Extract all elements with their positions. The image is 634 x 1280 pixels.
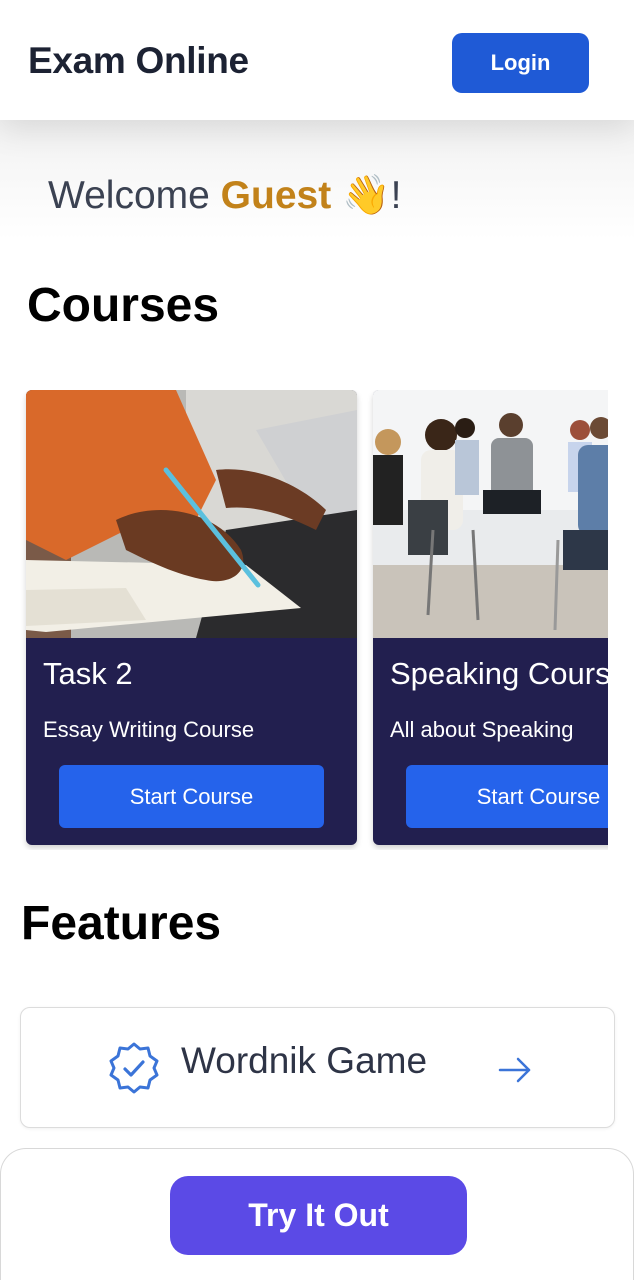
- course-subtitle: All about Speaking: [390, 717, 574, 742]
- waving-hand-icon: 👋: [342, 173, 391, 218]
- features-heading: Features: [21, 897, 222, 950]
- feature-label: Wordnik Game: [181, 1040, 428, 1081]
- bottom-action-bar: Try It Out: [0, 1148, 634, 1280]
- verified-badge-icon: [107, 1041, 161, 1095]
- start-course-button[interactable]: Start Course: [406, 765, 608, 828]
- top-app-bar: Exam Online Login: [0, 0, 634, 120]
- welcome-prefix: Welcome: [48, 174, 221, 217]
- courses-carousel[interactable]: Task 2 Essay Writing Course Start Course: [0, 390, 608, 850]
- feature-item-wordnik-game[interactable]: Wordnik Game: [20, 1007, 615, 1128]
- try-it-out-button[interactable]: Try It Out: [170, 1176, 467, 1255]
- welcome-message: Welcome Guest 👋!: [48, 172, 401, 218]
- courses-heading: Courses: [27, 279, 220, 332]
- start-course-button[interactable]: Start Course: [59, 765, 324, 828]
- app-title: Exam Online: [28, 40, 249, 81]
- welcome-suffix: !: [390, 174, 402, 217]
- course-title: Speaking Course: [390, 656, 608, 691]
- course-card[interactable]: Task 2 Essay Writing Course Start Course: [26, 390, 357, 845]
- welcome-username: Guest: [220, 174, 332, 217]
- arrow-right-icon[interactable]: [497, 1052, 533, 1088]
- course-card[interactable]: Speaking Course All about Speaking Start…: [373, 390, 608, 845]
- course-image-speaking: [373, 390, 608, 638]
- course-image-writing: [26, 390, 357, 638]
- course-subtitle: Essay Writing Course: [43, 717, 255, 742]
- app-screen: Exam Online Login Welcome Guest 👋! Cours…: [0, 0, 634, 1280]
- login-button[interactable]: Login: [452, 33, 589, 93]
- course-title: Task 2: [43, 656, 133, 691]
